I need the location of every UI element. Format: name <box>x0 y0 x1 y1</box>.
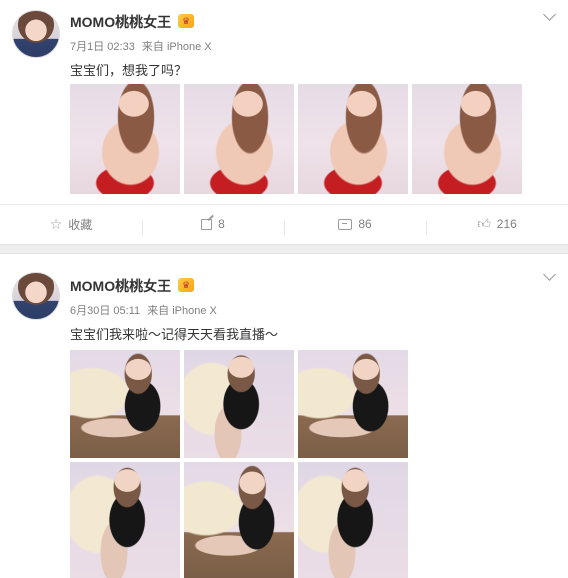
post-divider <box>0 244 568 254</box>
favorite-button[interactable]: ☆ 收藏 <box>0 216 142 233</box>
post-photo[interactable] <box>184 350 294 458</box>
post-photo[interactable] <box>70 350 180 458</box>
like-button[interactable]: 👍︎ 216 <box>426 216 568 235</box>
avatar[interactable] <box>12 10 60 58</box>
post-photo[interactable] <box>298 84 408 194</box>
action-bar: ☆ 收藏 8 86 👍︎ 216 <box>0 204 568 243</box>
post-photo[interactable] <box>184 462 294 578</box>
weibo-post: MOMO桃桃女王 ♛ 6月30日 05:11 来自 iPhone X 宝宝们我来… <box>0 254 568 578</box>
comment-icon <box>338 218 353 230</box>
weibo-post: MOMO桃桃女王 ♛ 7月1日 02:33 来自 iPhone X 宝宝们，想我… <box>0 0 568 244</box>
favorite-label: 收藏 <box>68 217 93 232</box>
post-meta: 6月30日 05:11 来自 iPhone X <box>70 302 221 318</box>
post-text: 宝宝们我来啦～记得天天看我直播～ <box>70 327 279 342</box>
post-photo[interactable] <box>298 462 408 578</box>
thumbs-up-icon: 👍︎ <box>477 216 491 231</box>
post-photo[interactable] <box>70 84 180 194</box>
comment-button[interactable]: 86 <box>284 217 426 235</box>
post-photo[interactable] <box>70 462 180 578</box>
post-photo[interactable] <box>298 350 408 458</box>
post-date[interactable]: 6月30日 05:11 <box>70 305 140 317</box>
username[interactable]: MOMO桃桃女王 <box>70 12 171 32</box>
star-icon: ☆ <box>49 216 63 232</box>
chevron-down-icon[interactable] <box>543 8 556 21</box>
post-text: 宝宝们，想我了吗？ <box>70 63 188 78</box>
post-meta: 7月1日 02:33 来自 iPhone X <box>70 38 216 54</box>
avatar[interactable] <box>12 272 60 320</box>
repost-count: 8 <box>218 217 225 231</box>
like-count: 216 <box>496 217 517 231</box>
repost-button[interactable]: 8 <box>142 217 284 235</box>
comment-count: 86 <box>358 217 372 231</box>
chevron-down-icon[interactable] <box>543 268 556 281</box>
username[interactable]: MOMO桃桃女王 <box>70 276 171 296</box>
post-date[interactable]: 7月1日 02:33 <box>70 41 135 53</box>
crown-badge-icon: ♛ <box>178 278 194 292</box>
post-photo[interactable] <box>412 84 522 194</box>
repost-icon <box>201 218 213 230</box>
post-source: 来自 iPhone X <box>141 41 212 53</box>
post-photo[interactable] <box>184 84 294 194</box>
crown-badge-icon: ♛ <box>178 14 194 28</box>
post-source: 来自 iPhone X <box>147 305 217 317</box>
